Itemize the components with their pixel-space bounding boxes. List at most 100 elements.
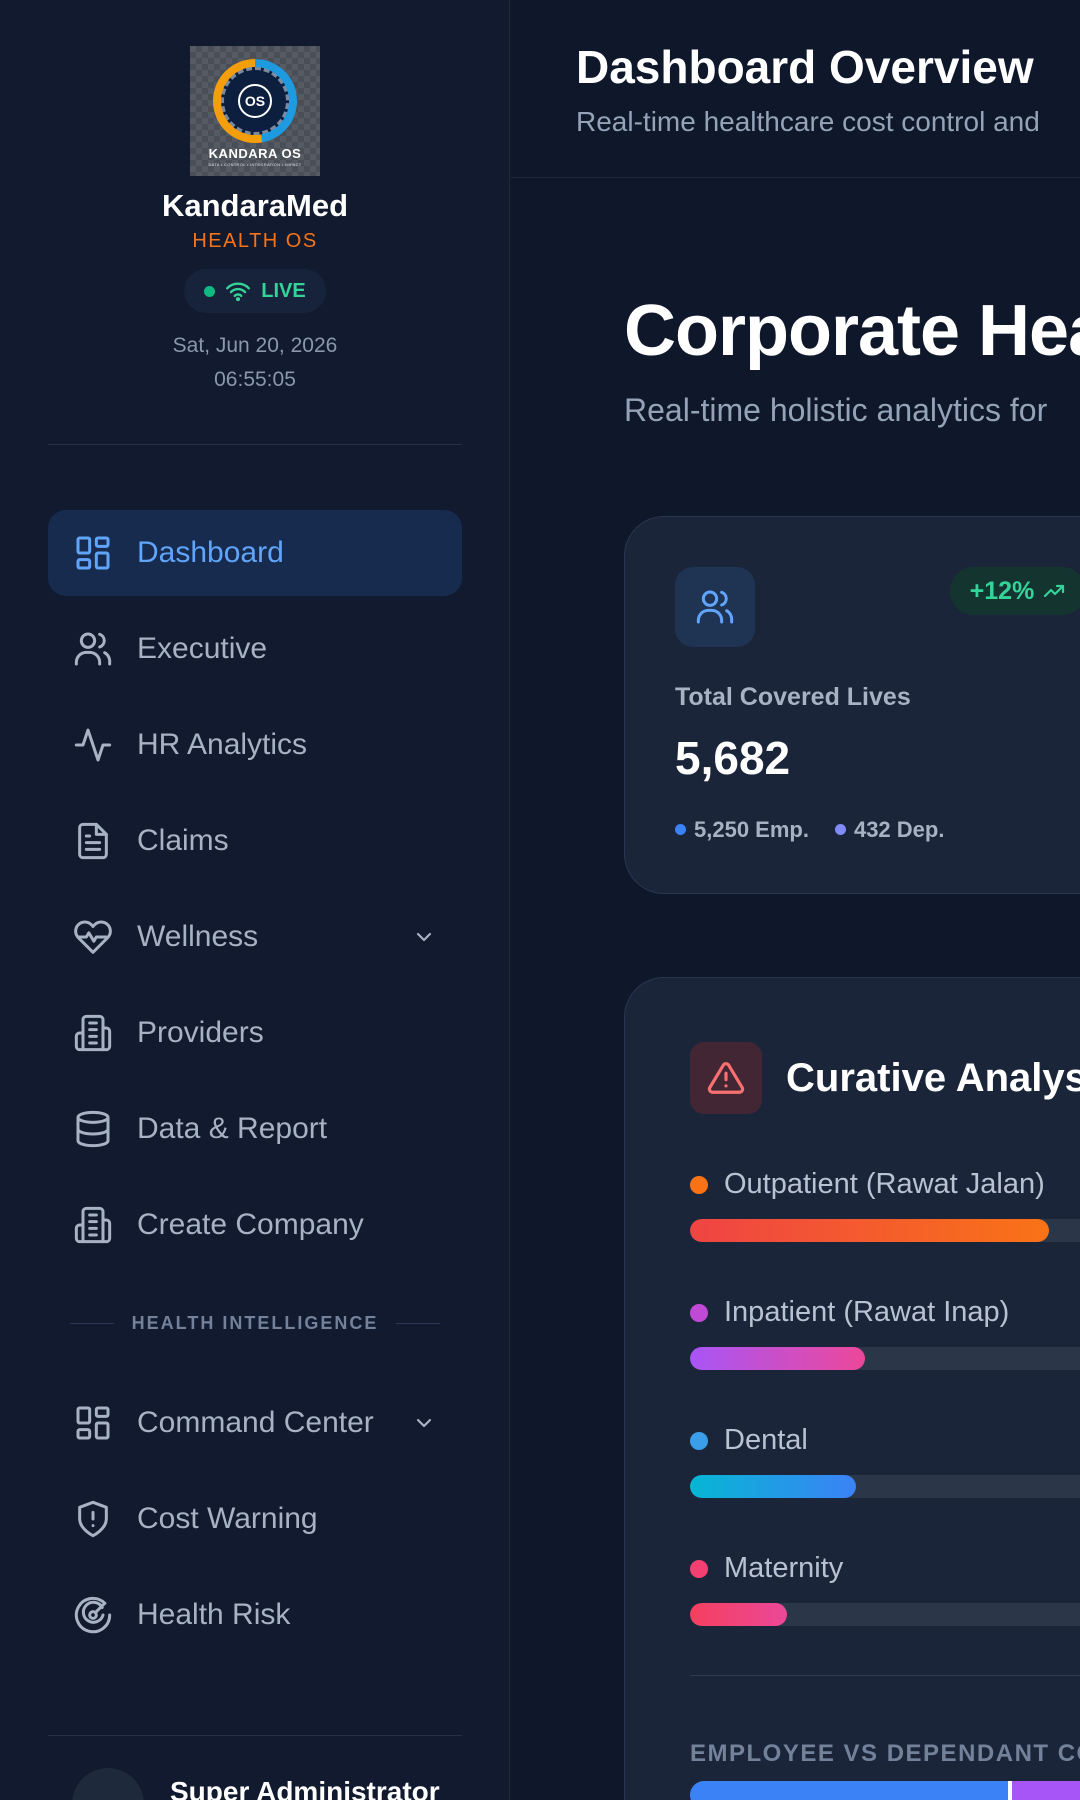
dashboard-grid-icon [76, 1406, 110, 1440]
sidebar-item-label: HR Analytics [137, 728, 308, 761]
live-dot-icon [204, 285, 216, 297]
employee-share-fill [690, 1781, 1010, 1800]
dashboard-grid-icon [76, 536, 110, 570]
current-time: 06:55:05 [214, 368, 296, 391]
sidebar-item-executive[interactable]: Executive [48, 606, 462, 692]
category-dot-icon [690, 1559, 708, 1578]
sidebar-item-health-risk[interactable]: Health Risk [48, 1572, 462, 1658]
hero-title: Corporate Hea [624, 291, 1080, 371]
current-date: Sat, Jun 20, 2026 [172, 334, 338, 357]
sidebar-item-hr-analytics[interactable]: HR Analytics [48, 702, 462, 788]
live-label: LIVE [261, 279, 306, 302]
main-content: Dashboard Overview Real-time healthcare … [511, 0, 1080, 1800]
cost-bar-maternity[interactable]: Maternity [690, 1552, 1080, 1626]
bar-label: Inpatient (Rawat Inap) [724, 1296, 1010, 1328]
building-icon [74, 1014, 112, 1052]
document-icon [78, 822, 108, 860]
category-dot-icon [690, 1175, 708, 1194]
employee-vs-dependant-label: EMPLOYEE VS DEPENDANT COS [690, 1740, 1080, 1767]
sidebar-item-providers[interactable]: Providers [48, 990, 462, 1076]
clock-readout: Sat, Jun 20, 2026 06:55:05 [0, 329, 510, 397]
sidebar-item-create-company[interactable]: Create Company [48, 1182, 462, 1268]
trending-up-icon [1044, 584, 1065, 598]
employees-count: 5,250 Emp. [675, 817, 809, 843]
brand-name: KandaraMed [161, 188, 349, 223]
hero-subtitle: Real-time holistic analytics for [624, 392, 1048, 428]
sidebar-item-label: Cost Warning [137, 1502, 318, 1535]
stat-label: Total Covered Lives [675, 683, 911, 711]
bar-track [690, 1347, 1080, 1370]
card-divider [690, 1675, 1080, 1676]
warning-icon-tile [690, 1042, 762, 1114]
sidebar-item-label: Executive [137, 632, 268, 665]
live-status-badge: LIVE [184, 269, 326, 313]
total-covered-lives-card[interactable]: +12% Total Covered Lives 5,682 5,250 Emp… [624, 516, 1080, 894]
sidebar-item-label: Claims [137, 824, 229, 857]
user-profile[interactable]: Super Administrator [72, 1768, 440, 1800]
sidebar-item-wellness[interactable]: Wellness [48, 894, 462, 980]
alert-triangle-icon [707, 1062, 745, 1094]
sidebar-item-label: Wellness [137, 920, 259, 953]
page-subtitle: Real-time healthcare cost control and [576, 106, 1040, 137]
wifi-icon [226, 282, 251, 302]
activity-pulse-icon [74, 728, 112, 762]
brand-block: OS KANDARA OS DATA • CONTROL • INTEGRATI… [0, 46, 510, 397]
sidebar-item-label: Providers [137, 1016, 264, 1049]
avatar [72, 1768, 144, 1800]
kandara-os-logo[interactable]: OS KANDARA OS DATA • CONTROL • INTEGRATI… [190, 46, 320, 176]
radar-target-icon [74, 1596, 112, 1634]
bar-track [690, 1475, 1080, 1498]
employee-vs-dependant-bar[interactable] [690, 1781, 1080, 1800]
page-title: Dashboard Overview [576, 41, 1034, 93]
user-name: Super Administrator [170, 1776, 440, 1800]
users-icon-tile [675, 567, 755, 647]
sidebar-item-label: Command Center [137, 1406, 374, 1439]
logo-gear-ring: OS [213, 59, 297, 143]
bar-fill [690, 1219, 1049, 1242]
trend-badge: +12% [950, 567, 1080, 615]
users-icon [696, 590, 734, 624]
brand-subtitle: HEALTH OS [192, 230, 318, 252]
sidebar-item-label: Health Risk [137, 1598, 291, 1631]
bar-fill [690, 1475, 856, 1498]
shield-alert-icon [78, 1500, 108, 1538]
bar-track [690, 1219, 1080, 1242]
chevron-down-icon[interactable] [412, 1411, 436, 1435]
dependant-dot-icon [834, 824, 846, 835]
trend-value: +12% [969, 576, 1035, 605]
bar-fill [690, 1347, 865, 1370]
category-dot-icon [690, 1303, 708, 1322]
sidebar-divider [48, 444, 462, 445]
cost-bar-outpatient[interactable]: Outpatient (Rawat Jalan) [690, 1168, 1080, 1242]
section-label-health-intelligence: HEALTH INTELLIGENCE [70, 1310, 441, 1336]
page-header: Dashboard Overview Real-time healthcare … [511, 0, 1080, 178]
bar-label: Outpatient (Rawat Jalan) [724, 1168, 1045, 1200]
sidebar-item-claims[interactable]: Claims [48, 798, 462, 884]
sidebar-divider [48, 1735, 462, 1736]
curative-analysis-card: Curative Analysi Outpatient (Rawat Jalan… [624, 977, 1080, 1800]
logo-os-badge: OS [238, 84, 272, 118]
sidebar-item-command-center[interactable]: Command Center [48, 1380, 462, 1466]
sidebar: OS KANDARA OS DATA • CONTROL • INTEGRATI… [0, 0, 510, 1800]
stat-breakdown: 5,250 Emp. 432 Dep. [675, 817, 944, 843]
dependant-share-fill [1011, 1781, 1080, 1800]
bar-fill [690, 1603, 787, 1626]
stat-value: 5,682 [675, 732, 791, 784]
cost-bar-dental[interactable]: Dental [690, 1424, 1080, 1498]
sidebar-item-label: Create Company [137, 1208, 364, 1241]
dependants-count: 432 Dep. [834, 817, 944, 843]
chevron-down-icon[interactable] [412, 925, 436, 949]
heart-pulse-icon [74, 920, 112, 954]
database-icon [76, 1110, 110, 1148]
users-icon [74, 632, 112, 666]
category-dot-icon [690, 1431, 708, 1450]
curative-title: Curative Analysi [786, 1056, 1080, 1100]
sidebar-item-data-report[interactable]: Data & Report [48, 1086, 462, 1172]
bar-label: Maternity [724, 1552, 844, 1584]
sidebar-item-dashboard[interactable]: Dashboard [48, 510, 462, 596]
employee-dot-icon [675, 824, 686, 835]
sidebar-item-cost-warning[interactable]: Cost Warning [48, 1476, 462, 1562]
building-icon [74, 1206, 112, 1244]
bar-track [690, 1603, 1080, 1626]
cost-bar-inpatient[interactable]: Inpatient (Rawat Inap) [690, 1296, 1080, 1370]
